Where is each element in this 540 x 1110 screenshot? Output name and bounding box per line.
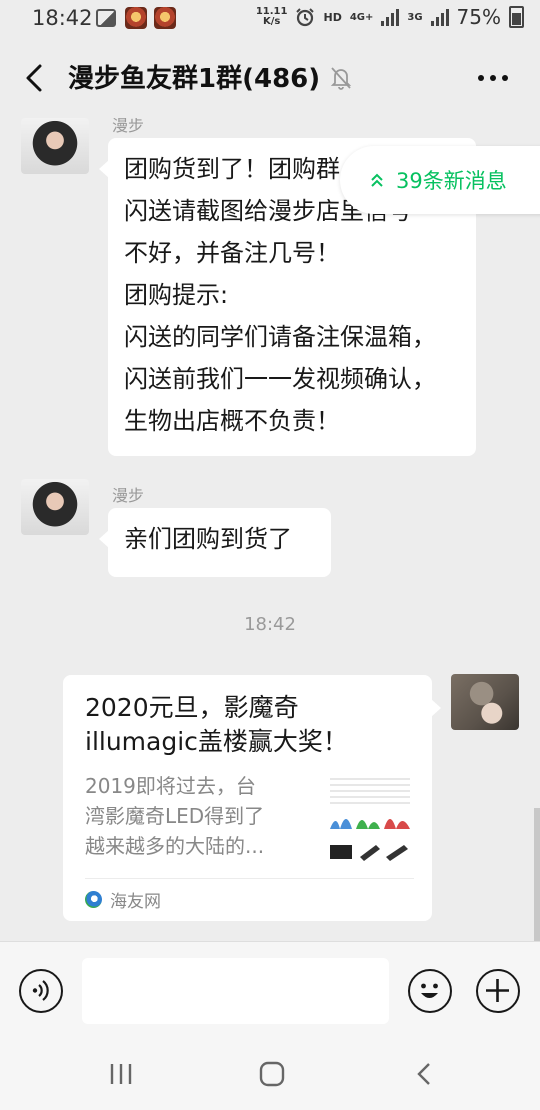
card-title: 2020元旦，影魔奇 illumagic盖楼赢大奖！ — [85, 691, 412, 759]
plus-icon — [486, 979, 509, 1002]
card-desc-line: 2019即将过去，台 — [85, 774, 256, 798]
net-speed-unit: K/s — [262, 16, 281, 27]
chat-header: 漫步鱼友群1群(486) — [0, 38, 540, 118]
scrollbar[interactable] — [534, 808, 540, 941]
system-nav-bar — [0, 1039, 540, 1110]
card-divider — [85, 878, 414, 879]
back-button[interactable] — [18, 58, 54, 98]
message-line: 不好，并备注几号！ — [124, 239, 340, 267]
bell-muted-icon — [330, 67, 352, 90]
card-source: 海友网 — [85, 887, 161, 912]
message-line: 生物出店概不负责！ — [124, 407, 340, 435]
chevron-left-icon — [26, 64, 42, 92]
card-thumbnail — [326, 773, 414, 863]
card-title-line: 2020元旦，影魔奇 — [85, 693, 299, 722]
emoji-icon — [421, 983, 438, 998]
message-line: 团购提示: — [124, 281, 229, 309]
signal-icon-2 — [430, 8, 449, 26]
status-time: 18:42 — [32, 6, 93, 30]
link-card[interactable]: 2020元旦，影魔奇 illumagic盖楼赢大奖！ 2019即将过去，台 湾影… — [63, 675, 441, 921]
message-input[interactable] — [82, 958, 389, 1024]
card-description: 2019即将过去，台 湾影魔奇LED得到了 越来越多的大陆的... — [85, 771, 300, 861]
gallery-notification-icon — [96, 9, 116, 27]
card-source-label: 海友网 — [110, 892, 161, 912]
message-timestamp: 18:42 — [244, 614, 296, 635]
hd-label: HD — [323, 10, 342, 24]
new-messages-button[interactable]: 39条新消息 — [340, 146, 540, 214]
plus-button[interactable] — [476, 969, 520, 1013]
status-indicators: 11.11 K/s HD 4G+ 3G 75% — [256, 5, 524, 29]
net-speed: 11.11 K/s — [256, 7, 288, 27]
my-avatar[interactable] — [451, 674, 519, 730]
battery-icon — [509, 6, 524, 28]
chat-title: 漫步鱼友群1群(486) — [68, 64, 321, 94]
message-bubble[interactable]: 亲们团购到货了 — [99, 508, 331, 577]
game-notification-icon — [125, 7, 147, 29]
back-icon[interactable] — [412, 1061, 438, 1087]
message-line: 闪送前我们一一发视频确认， — [124, 365, 436, 393]
signal-icon — [381, 8, 400, 26]
voice-button[interactable] — [19, 969, 63, 1013]
battery-percent: 75% — [456, 5, 501, 29]
network-4g-label: 4G+ — [349, 11, 374, 23]
avatar[interactable] — [21, 118, 89, 174]
more-button[interactable] — [476, 66, 510, 90]
input-bar — [0, 941, 540, 1040]
card-desc-line: 越来越多的大陆的... — [85, 834, 265, 858]
card-desc-line: 湾影魔奇LED得到了 — [85, 804, 265, 828]
message-list[interactable]: 漫步 团购货到了！团购群 闪送请截图给漫步店里信号 不好，并备注几号！ 团购提示… — [0, 118, 540, 941]
new-messages-label: 39条新消息 — [396, 169, 507, 193]
network-3g-label: 3G — [407, 11, 423, 23]
emoji-button[interactable] — [408, 969, 452, 1013]
avatar[interactable] — [21, 479, 89, 535]
source-logo-icon — [85, 891, 102, 908]
recents-icon[interactable] — [108, 1061, 134, 1087]
status-bar: 18:42 11.11 K/s HD 4G+ 3G 75% — [0, 0, 540, 38]
sender-name: 漫步 — [112, 486, 145, 505]
double-chevron-up-icon — [371, 173, 383, 187]
voice-icon — [32, 980, 49, 1001]
sender-name: 漫步 — [112, 118, 145, 135]
game-notification-icon-2 — [154, 7, 176, 29]
message-line: 闪送的同学们请备注保温箱， — [124, 323, 436, 351]
home-icon[interactable] — [259, 1061, 285, 1087]
card-title-line: illumagic盖楼赢大奖！ — [85, 727, 348, 756]
message-line: 亲们团购到货了 — [124, 525, 292, 553]
alarm-icon — [296, 8, 315, 27]
